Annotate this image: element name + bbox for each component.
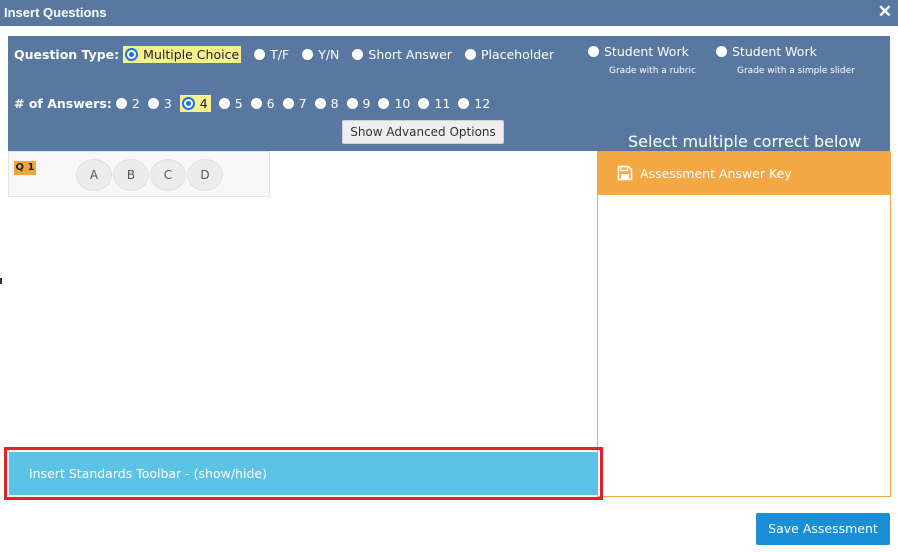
dialog-title: Insert Questions [4,5,107,20]
question-number-badge: Q 1 [14,161,36,175]
radio-yes-no[interactable]: Y/N [302,47,339,62]
option-label: Multiple Choice [143,46,240,62]
radio-icon [418,97,430,109]
radio-checked-icon [181,96,195,110]
radio-icon [218,97,230,109]
option-sublabel: Grade with a simple slider [737,66,855,76]
radio-icon [302,48,314,60]
answer-count-row: # of Answers: 2 3 4 5 6 7 8 9 10 11 12 [14,93,498,113]
radio-placeholder[interactable]: Placeholder [464,46,554,62]
edge-marker [0,278,2,284]
radio-true-false[interactable]: T/F [254,47,289,62]
option-label: 2 [131,95,140,111]
option-label: 11 [434,95,451,111]
radio-student-work-slider[interactable]: Student Work Grade with a simple slider [716,44,855,76]
option-label: Student Work [732,44,817,59]
answer-key-title: Assessment Answer Key [640,165,792,181]
radio-icon [352,48,364,60]
radio-answers-6[interactable]: 6 [250,95,275,111]
radio-icon [250,97,262,109]
answer-key-header: Assessment Answer Key [597,151,891,195]
radio-multiple-choice[interactable]: Multiple Choice [123,45,242,63]
radio-answers-9[interactable]: 9 [346,95,371,111]
save-icon [617,165,633,181]
answer-count-label: # of Answers: [14,95,112,111]
option-label: 8 [330,95,339,111]
question-type-label: Question Type: [14,46,120,62]
dialog-titlebar: Insert Questions ✕ [0,0,898,26]
question-card: Q 1 A B C D [8,151,270,197]
radio-icon [588,46,599,57]
answer-bubble-b[interactable]: B [113,159,149,191]
option-label: Short Answer [368,46,452,62]
radio-icon [464,48,476,60]
option-label: T/F [270,46,290,62]
radio-icon [115,97,127,109]
question-options-panel: Question Type: Multiple Choice T/F Y/N S… [8,36,890,151]
radio-icon [282,97,294,109]
save-assessment-button[interactable]: Save Assessment [756,513,890,545]
answer-key-body [597,195,891,497]
option-label: 6 [266,95,275,111]
radio-answers-11[interactable]: 11 [418,96,450,111]
answer-bubble-a[interactable]: A [76,159,112,191]
option-label: 10 [394,95,411,111]
option-label: 4 [199,95,208,111]
option-label: Student Work [604,44,689,59]
radio-short-answer[interactable]: Short Answer [352,47,452,62]
radio-answers-8[interactable]: 8 [314,95,339,111]
question-type-row: Question Type: Multiple Choice T/F Y/N S… [14,44,567,64]
radio-student-work-rubric[interactable]: Student Work Grade with a rubric [588,44,696,76]
answer-bubble-c[interactable]: C [150,159,186,191]
radio-icon [314,97,326,109]
option-label: Y/N [318,46,340,62]
radio-answers-3[interactable]: 3 [147,95,172,111]
option-label: 5 [234,95,243,111]
insert-standards-toolbar-toggle[interactable]: Insert Standards Toolbar - (show/hide) [9,452,598,495]
select-multiple-note: Select multiple correct below [628,132,862,151]
radio-icon [254,48,266,60]
radio-answers-12[interactable]: 12 [458,96,490,111]
option-label: 3 [163,95,172,111]
radio-answers-10[interactable]: 10 [378,96,410,111]
radio-icon [346,97,358,109]
radio-answers-4[interactable]: 4 [179,94,211,112]
option-label: Placeholder [480,46,554,62]
radio-answers-7[interactable]: 7 [282,95,307,111]
radio-answers-2[interactable]: 2 [115,95,140,111]
radio-checked-icon [125,47,139,61]
option-sublabel: Grade with a rubric [609,66,696,76]
radio-icon [147,97,159,109]
radio-icon [378,97,390,109]
option-label: 9 [362,95,371,111]
close-icon[interactable]: ✕ [878,0,892,26]
option-label: 12 [474,95,491,111]
radio-answers-5[interactable]: 5 [218,95,243,111]
show-advanced-options-button[interactable]: Show Advanced Options [342,120,504,144]
option-label: 7 [298,95,307,111]
answer-bubble-d[interactable]: D [187,159,223,191]
radio-icon [458,97,470,109]
radio-icon [716,46,727,57]
